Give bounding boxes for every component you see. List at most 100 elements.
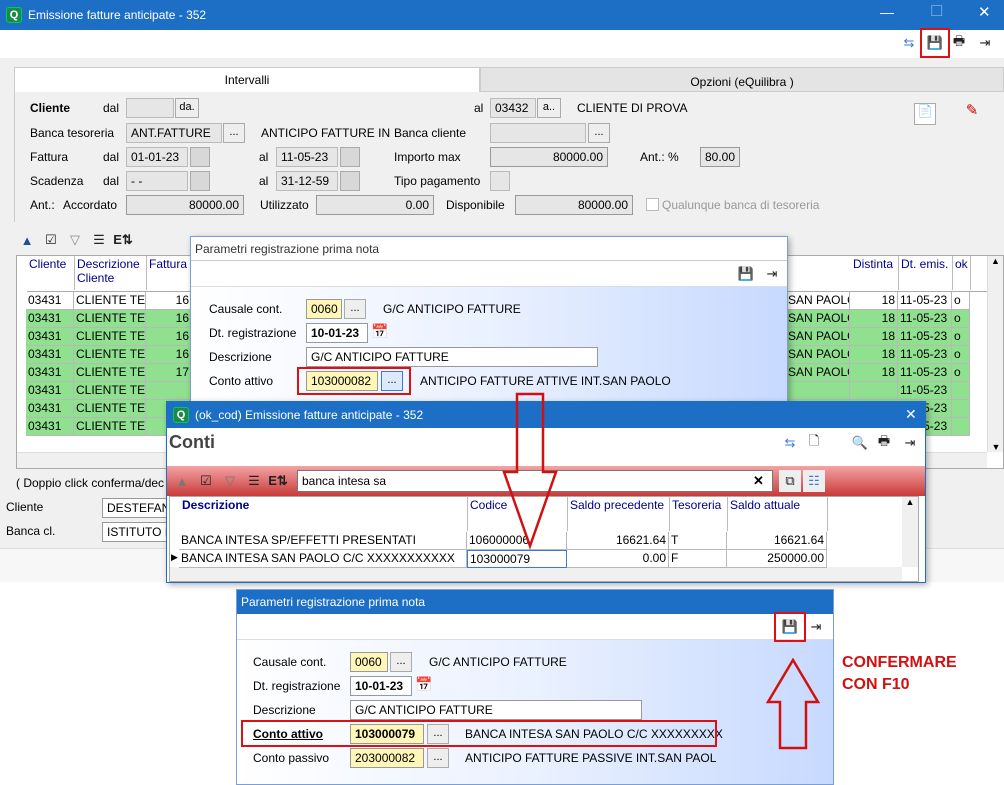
d1-conto-button[interactable]: ...: [381, 371, 403, 391]
footer-cliente-field[interactable]: DESTEFAN: [102, 498, 172, 518]
close-icon[interactable]: ✕: [978, 3, 991, 21]
exit-icon[interactable]: ⇥: [974, 32, 996, 54]
d1-calendar-icon[interactable]: 📅: [371, 323, 388, 340]
conti-columns-icon[interactable]: ☷: [803, 470, 825, 492]
footer-banca-field[interactable]: ISTITUTO I: [102, 522, 172, 542]
conti-print-icon[interactable]: 🖶: [873, 432, 895, 454]
d2-passivo-field[interactable]: 203000082: [350, 748, 424, 768]
accordato-field[interactable]: 80000.00: [126, 195, 244, 215]
cliente-dal-field[interactable]: [126, 98, 174, 118]
conti-col-tesoreria[interactable]: Tesoreria: [670, 497, 728, 531]
table-cell-desc: CLIENTE TE: [74, 382, 146, 400]
table-cell-distinta: 18: [850, 346, 898, 364]
scadenza-al-calendar[interactable]: [340, 171, 360, 191]
save-icon[interactable]: 💾: [924, 32, 946, 54]
print-icon[interactable]: 🖶: [948, 32, 970, 54]
conti-search-icon[interactable]: 🔍: [849, 432, 871, 454]
fattura-al-calendar[interactable]: [340, 147, 360, 167]
banca-tesoreria-button[interactable]: ...: [223, 123, 245, 143]
d1-dtreg-field[interactable]: 10-01-23: [306, 323, 368, 343]
dialog-prima-nota-1: Parametri registrazione prima nota 💾 ⇥ C…: [190, 236, 788, 406]
label-importo-max: Importo max: [394, 150, 461, 164]
scadenza-dal-field[interactable]: - -: [126, 171, 188, 191]
col-fattura[interactable]: Fattura: [147, 256, 193, 290]
conti-excel-icon[interactable]: E⇅: [267, 470, 289, 492]
scadenza-al-field[interactable]: 31-12-59: [276, 171, 338, 191]
export-excel-icon[interactable]: E⇅: [112, 229, 134, 251]
conti-col-saldo-att[interactable]: Saldo attuale: [728, 497, 828, 531]
maximize-icon[interactable]: ☐: [930, 2, 943, 20]
d2-conto-field[interactable]: 103000079: [350, 724, 424, 744]
dialog2-save-icon[interactable]: 💾: [779, 616, 801, 638]
d2-descr-field[interactable]: G/C ANTICIPO FATTURE: [350, 700, 642, 720]
conti-close-icon[interactable]: ✕: [905, 406, 917, 423]
conti-clear-icon[interactable]: ✕: [753, 473, 764, 489]
conti-col-descrizione[interactable]: Descrizione: [180, 497, 468, 531]
filter-icon[interactable]: ▽: [64, 229, 86, 251]
col-distinta[interactable]: Distinta: [851, 256, 899, 290]
notes-icon[interactable]: 📄: [914, 103, 936, 125]
d1-causale-button[interactable]: ...: [344, 299, 366, 319]
importo-max-field[interactable]: 80000.00: [490, 147, 608, 167]
conti-exit-icon[interactable]: ⇥: [899, 432, 921, 454]
scroll-up-icon[interactable]: ▲: [988, 256, 1003, 266]
conti-scrollbar[interactable]: ▲: [902, 497, 918, 567]
conti-filter-icon[interactable]: ▽: [219, 470, 241, 492]
conti-scroll-up-icon[interactable]: ▲: [902, 497, 918, 507]
banca-cliente-field[interactable]: [490, 123, 586, 143]
table-cell-fattura: 16: [146, 292, 192, 310]
conti-up-icon[interactable]: ▲: [171, 470, 193, 492]
d1-causale-field[interactable]: 0060: [306, 299, 342, 319]
fattura-dal-field[interactable]: 01-01-23: [126, 147, 188, 167]
tipo-pagamento-field[interactable]: [490, 171, 510, 191]
conti-new-icon[interactable]: 🗋: [803, 432, 825, 454]
app-logo-icon: Q: [6, 7, 22, 23]
d2-causale-button[interactable]: ...: [390, 652, 412, 672]
minimize-icon[interactable]: —: [880, 4, 894, 20]
conti-row[interactable]: BANCA INTESA SAN PAOLO C/C XXXXXXXXXXX 10…: [167, 550, 889, 568]
col-ok[interactable]: ok: [953, 256, 971, 290]
cliente-a-button[interactable]: a..: [537, 98, 561, 118]
d2-calendar-icon[interactable]: 📅: [415, 676, 432, 693]
dialog1-exit-icon[interactable]: ⇥: [761, 263, 783, 285]
grid-scrollbar[interactable]: ▲ ▼: [987, 256, 1003, 452]
cliente-da-button[interactable]: da.: [175, 98, 199, 118]
d2-causale-field[interactable]: 0060: [350, 652, 388, 672]
select-all-icon[interactable]: ☑: [40, 229, 62, 251]
fattura-dal-calendar[interactable]: [190, 147, 210, 167]
d2-dtreg-field[interactable]: 10-01-23: [350, 676, 412, 696]
col-dt-emis[interactable]: Dt. emis.: [899, 256, 953, 290]
edit-icon[interactable]: ✎: [960, 101, 984, 125]
qualunque-checkbox[interactable]: [646, 198, 659, 211]
fattura-al-field[interactable]: 11-05-23: [276, 147, 338, 167]
scroll-down-icon[interactable]: ▼: [988, 442, 1004, 452]
banca-cliente-button[interactable]: ...: [588, 123, 610, 143]
ant-pct-field[interactable]: 80.00: [700, 147, 740, 167]
conti-col-saldo-prec[interactable]: Saldo precedente: [568, 497, 670, 531]
conti-refresh-icon[interactable]: ⇆: [779, 432, 801, 454]
table-cell-dt: 11-05-23: [898, 382, 952, 400]
conti-select-icon[interactable]: ☑: [195, 470, 217, 492]
banca-tesoreria-field[interactable]: ANT.FATTURE: [126, 123, 222, 143]
tab-opzioni[interactable]: Opzioni (eQuilibra ): [480, 67, 1004, 92]
scadenza-dal-calendar[interactable]: [190, 171, 210, 191]
label-qualunque: Qualunque banca di tesoreria: [662, 198, 820, 212]
list-icon[interactable]: ☰: [88, 229, 110, 251]
conti-tree-icon[interactable]: ⧉: [779, 470, 801, 492]
col-descrizione[interactable]: Descrizione Cliente: [75, 256, 147, 290]
d2-conto-button[interactable]: ...: [427, 724, 449, 744]
tab-intervalli[interactable]: Intervalli: [14, 67, 480, 92]
dialog1-save-icon[interactable]: 💾: [735, 263, 757, 285]
utilizzato-field[interactable]: 0.00: [316, 195, 434, 215]
d1-descr-field[interactable]: G/C ANTICIPO FATTURE: [306, 347, 598, 367]
conti-list-icon[interactable]: ☰: [243, 470, 265, 492]
conti-hscroll[interactable]: [170, 567, 902, 581]
d2-passivo-button[interactable]: ...: [427, 748, 449, 768]
cliente-al-field[interactable]: 03432: [490, 98, 536, 118]
col-cliente[interactable]: Cliente: [27, 256, 75, 290]
d1-conto-field[interactable]: 103000082: [306, 371, 378, 391]
up-arrow-icon[interactable]: ▲: [16, 229, 38, 251]
disponibile-field[interactable]: 80000.00: [515, 195, 633, 215]
dialog2-exit-icon[interactable]: ⇥: [805, 616, 827, 638]
refresh-icon[interactable]: ⇆: [898, 32, 920, 54]
